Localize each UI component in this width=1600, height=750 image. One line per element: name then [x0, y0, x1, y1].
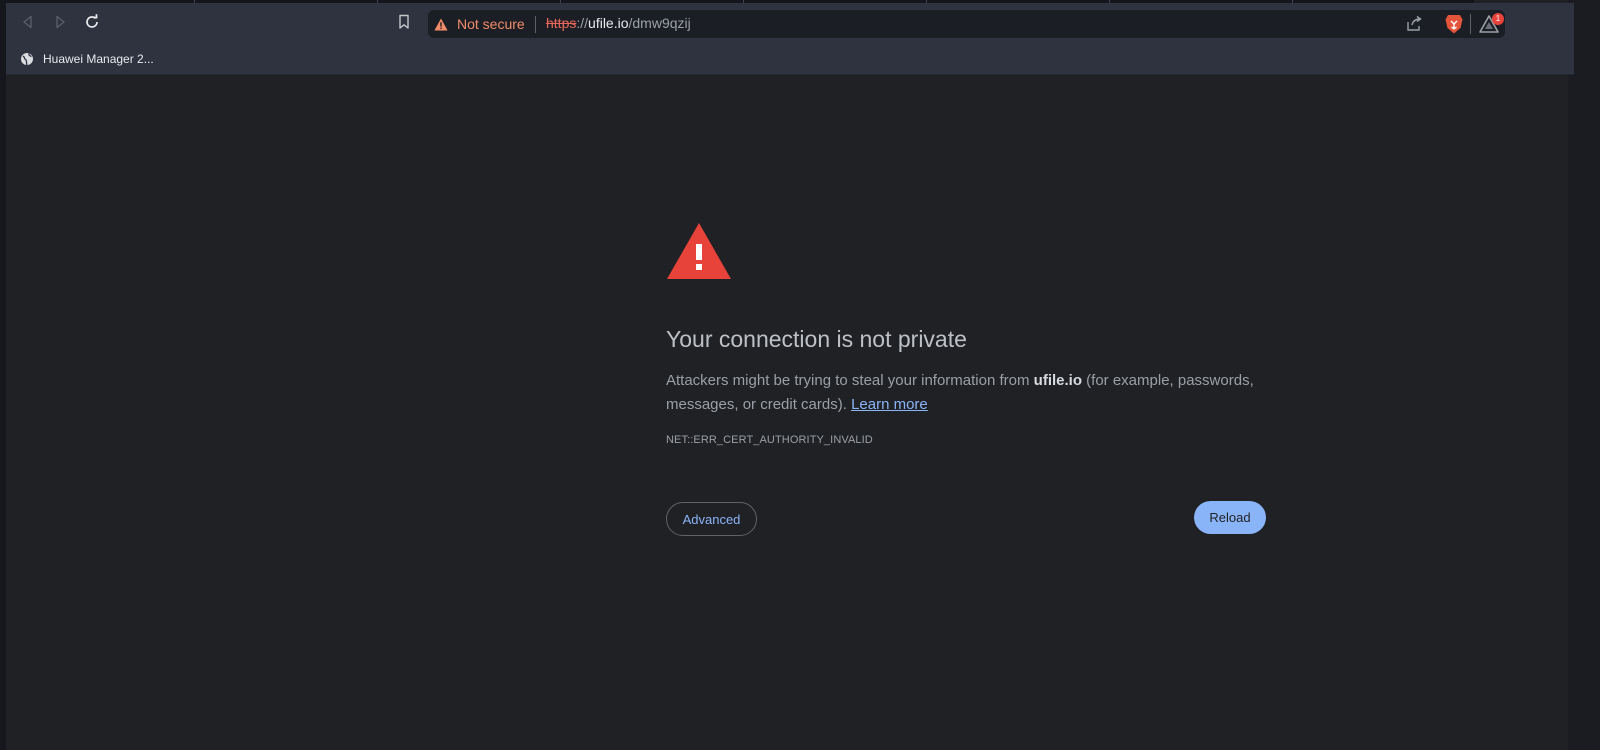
description-text: Attackers might be trying to steal your … — [666, 372, 1034, 389]
not-secure-label: Not secure — [457, 16, 525, 32]
advanced-button[interactable]: Advanced — [666, 502, 757, 536]
back-button[interactable] — [18, 12, 38, 32]
warning-triangle-icon — [667, 223, 731, 279]
toolbar-separator — [1470, 14, 1471, 34]
forward-arrow-icon — [56, 15, 65, 29]
security-indicator[interactable]: Not secure — [434, 14, 525, 34]
window-right-edge — [1568, 0, 1600, 750]
warning-icon — [434, 18, 448, 30]
window-left-edge — [0, 0, 6, 750]
error-description: Attackers might be trying to steal your … — [666, 369, 1266, 417]
url-host: ufile.io — [588, 15, 629, 31]
description-host: ufile.io — [1033, 372, 1082, 389]
bookmarks-bar — [6, 43, 1574, 75]
brave-lion-icon — [1445, 15, 1463, 34]
rewards-badge: 1 — [1492, 13, 1504, 25]
globe-icon — [21, 53, 33, 66]
learn-more-link[interactable]: Learn more — [851, 396, 928, 413]
url-scheme-separator: :// — [576, 15, 589, 31]
bookmark-huawei-manager[interactable]: Huawei Manager 2... — [20, 48, 154, 70]
page-title: Your connection is not private — [666, 326, 967, 352]
share-button[interactable] — [1404, 14, 1424, 34]
back-arrow-icon — [23, 15, 32, 29]
error-code: NET::ERR_CERT_AUTHORITY_INVALID — [666, 434, 873, 446]
refresh-icon — [86, 14, 98, 28]
reload-page-button[interactable] — [82, 12, 102, 32]
interstitial-content: Your connection is not private Attackers… — [666, 222, 1266, 446]
url-scheme: https — [546, 15, 577, 31]
reload-button[interactable]: Reload — [1194, 501, 1266, 534]
bookmark-icon — [399, 14, 409, 29]
bookmark-page-button[interactable] — [394, 12, 414, 32]
share-icon — [1407, 15, 1422, 31]
url-path: /dmw9qzij — [628, 15, 691, 31]
bookmark-label: Huawei Manager 2... — [43, 52, 154, 66]
brave-shields-button[interactable] — [1443, 13, 1465, 35]
forward-button[interactable] — [50, 12, 70, 32]
url-text[interactable]: https://ufile.io/dmw9qzij — [546, 15, 691, 31]
omnibox-divider — [535, 16, 536, 33]
